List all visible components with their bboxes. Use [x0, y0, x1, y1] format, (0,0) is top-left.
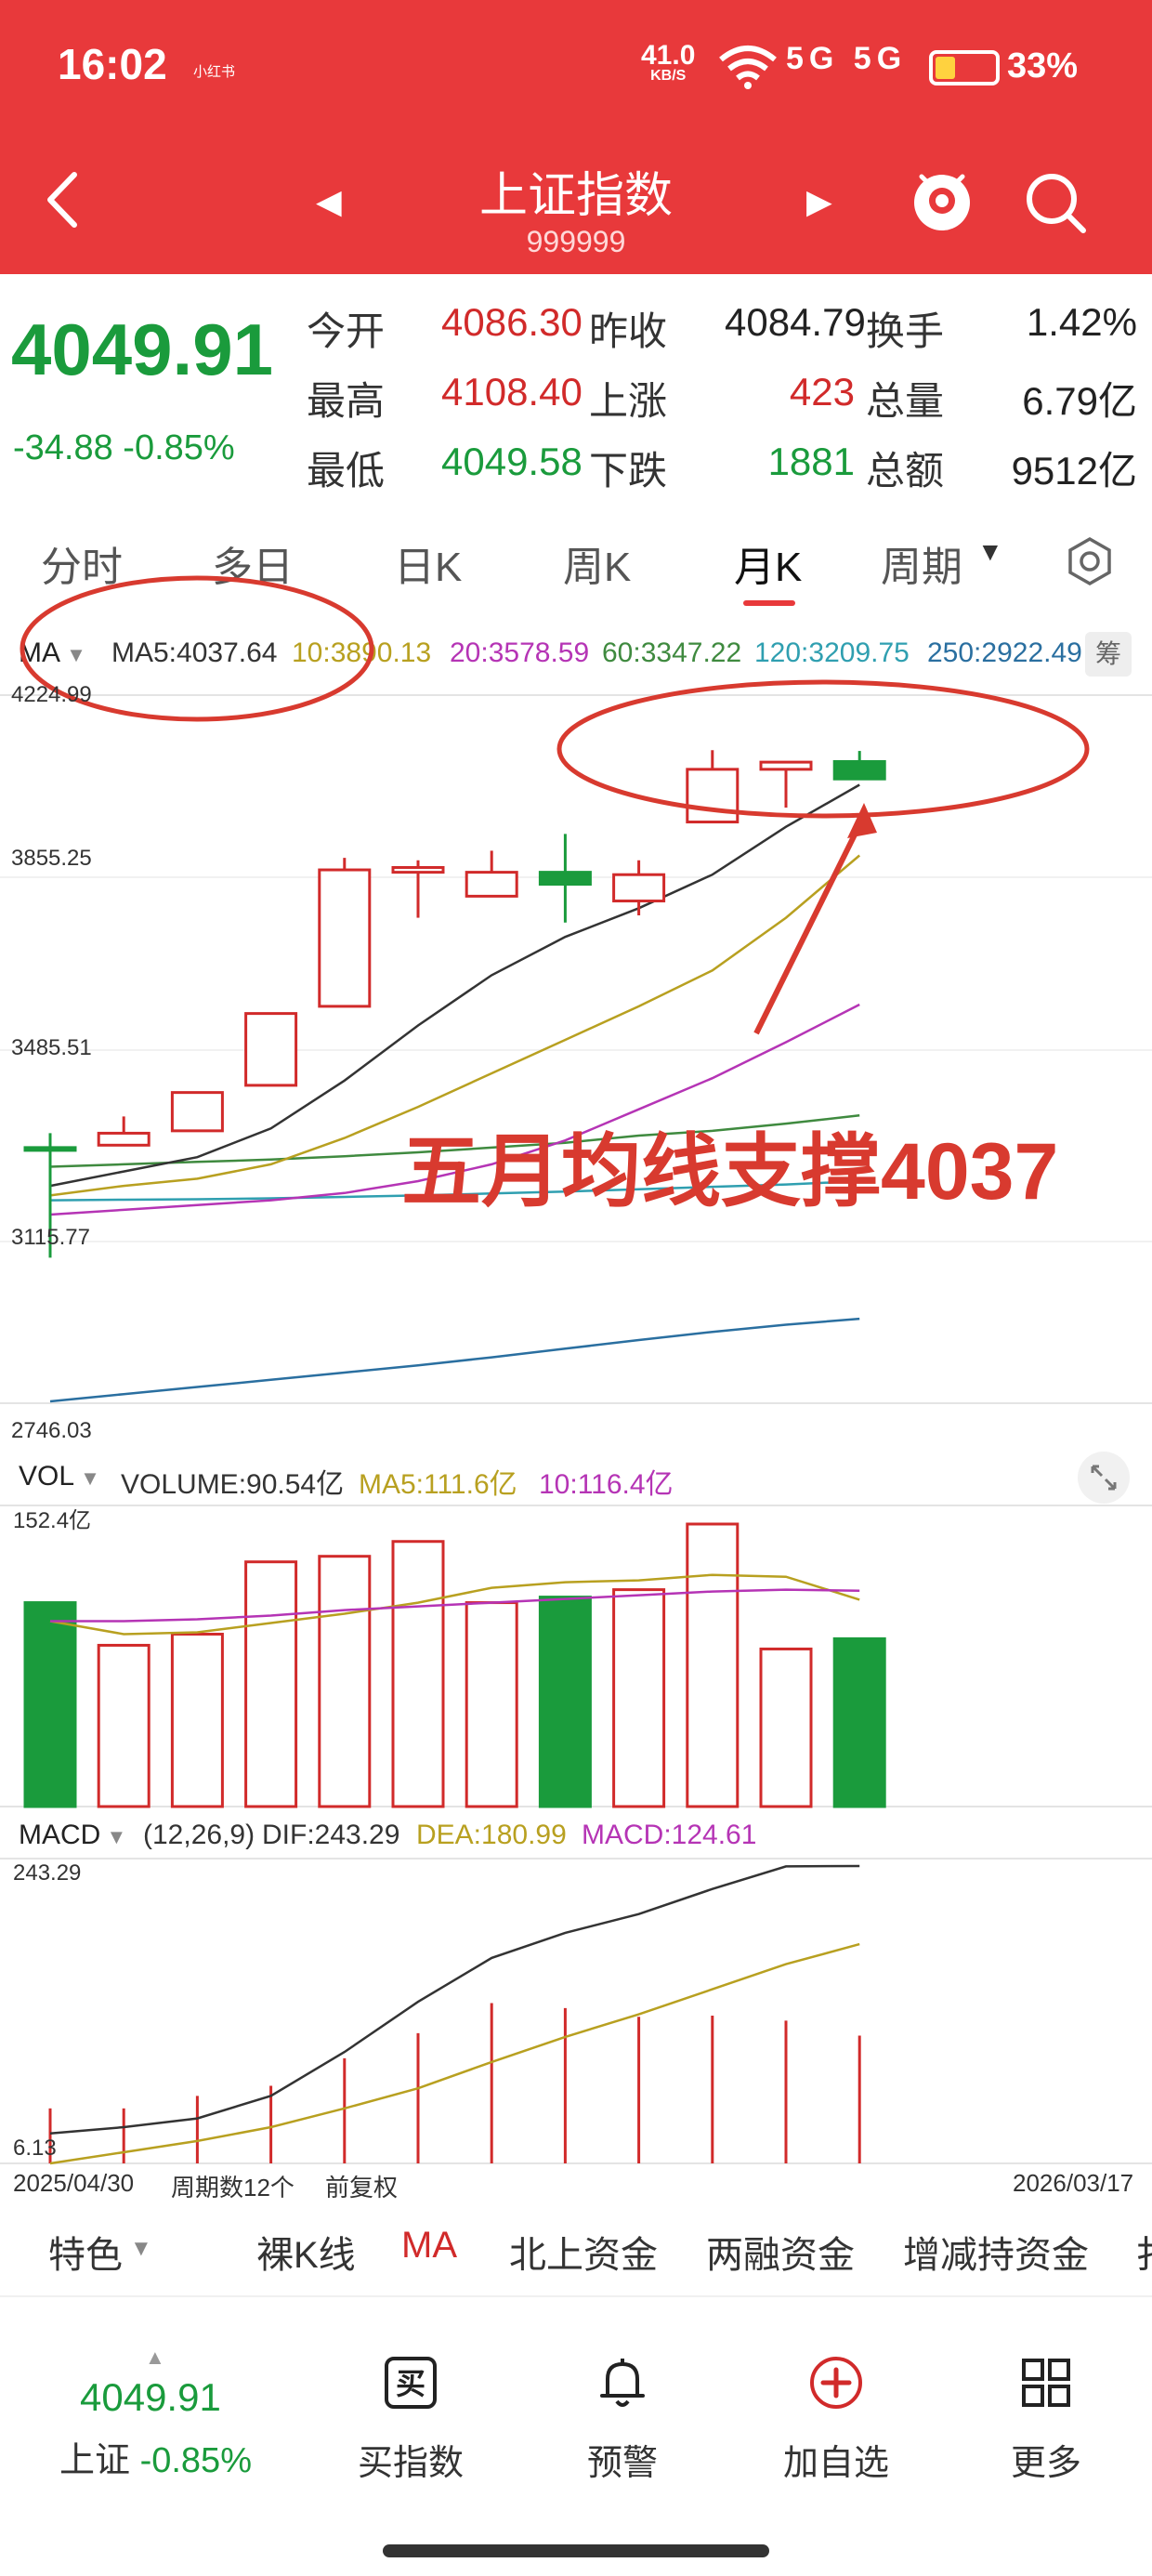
indicator-0[interactable]: 特色: [48, 2225, 123, 2279]
indicator-6[interactable]: 扌: [1135, 2225, 1152, 2279]
home-indicator[interactable]: [383, 2544, 769, 2557]
candle-body: [465, 871, 518, 898]
volume-bar: [612, 1588, 666, 1808]
expand-icon[interactable]: [1078, 1452, 1130, 1504]
macd-value: MACD:124.61: [582, 1820, 757, 1850]
candle-body: [318, 868, 372, 1008]
candle-body: [612, 873, 666, 903]
macd-params: (12,26,9): [143, 1820, 255, 1850]
indicator-strip: 特色 ▼ 裸K线 MA 北上资金两融资金增减持资金扌: [0, 2212, 1152, 2286]
price-axis-label: 3855.25: [11, 846, 92, 871]
volume-max-label: 152.4亿: [13, 1508, 92, 1533]
macd-min-label: 6.13: [13, 2136, 57, 2161]
dif-value: DIF:243.29: [262, 1820, 400, 1850]
alert-label: 预警: [586, 2444, 658, 2483]
annotation-text: 五月均线支撑4037: [401, 1127, 1059, 1216]
alert-button[interactable]: 预警: [557, 2353, 687, 2485]
candle-body: [97, 1131, 151, 1147]
volume-bar: [465, 1601, 518, 1808]
bottom-bar: ▲ 4049.91 上证 -0.85% 买 买指数 预警 加自选 更多: [0, 2295, 1152, 2576]
bottom-stock[interactable]: 上证 -0.85%: [59, 2431, 252, 2482]
buy-icon: 买: [385, 2357, 437, 2409]
start-date: 2025/04/30: [13, 2169, 135, 2197]
kline-chart[interactable]: [0, 0, 1152, 2202]
dea-line: [49, 1942, 860, 2165]
volume-value: VOLUME:90.54亿: [121, 1469, 345, 1500]
add-watchlist-button[interactable]: 加自选: [771, 2353, 901, 2485]
price-axis-label: 4224.99: [11, 682, 92, 707]
annotation-arrowhead: [847, 803, 877, 838]
bottom-stock-pct: -0.85%: [139, 2441, 252, 2480]
add-watchlist-label: 加自选: [782, 2444, 889, 2483]
vol-selector-label: VOL: [19, 1461, 75, 1492]
macd-legend: MACD ▼ (12,26,9) DIF:243.29 DEA:180.99 M…: [0, 1814, 1115, 1859]
add-circle-icon: [810, 2357, 862, 2409]
candle-body: [759, 760, 813, 771]
candle-body: [391, 865, 445, 874]
more-label: 更多: [1010, 2444, 1081, 2483]
indicator-3[interactable]: 北上资金: [509, 2225, 658, 2279]
annotation-arrow: [753, 814, 867, 1035]
price-axis-label: 3115.77: [11, 1225, 90, 1250]
chevron-down-icon: ▼: [100, 1825, 127, 1848]
volume-bar: [759, 1647, 813, 1808]
caret-up-icon[interactable]: ▲: [145, 2346, 165, 2370]
volume-bar: [97, 1643, 151, 1808]
volume-bar: [538, 1596, 592, 1808]
candle-body: [538, 871, 592, 887]
more-button[interactable]: 更多: [981, 2353, 1111, 2485]
bottom-stock-name: 上证: [59, 2441, 131, 2480]
candle-body: [686, 768, 740, 824]
period-count: 周期数12个: [171, 2174, 295, 2201]
indicator-5[interactable]: 增减持资金: [903, 2225, 1089, 2279]
indicator-2[interactable]: MA: [401, 2225, 457, 2267]
macd-selector-label: MACD: [19, 1820, 101, 1850]
end-date: 2026/03/17: [1013, 2169, 1134, 2197]
vol-ma5-value: MA5:111.6亿: [359, 1469, 517, 1500]
volume-bar: [244, 1560, 298, 1808]
volume-bar: [170, 1632, 224, 1808]
buy-index-label: 买指数: [357, 2444, 464, 2483]
price-axis-label: 2746.03: [11, 1418, 92, 1443]
buy-index-button[interactable]: 买 买指数: [346, 2353, 476, 2485]
vol-ma10-value: 10:116.4亿: [539, 1469, 674, 1500]
candle-body: [170, 1091, 224, 1133]
adjust-mode: 前复权: [325, 2174, 399, 2201]
highlight-oval: [556, 679, 1090, 819]
grid-icon: [1022, 2359, 1070, 2407]
dif-line: [49, 1864, 860, 2136]
indicator-4[interactable]: 两融资金: [706, 2225, 855, 2279]
buy-icon-glyph: 买: [396, 2366, 425, 2401]
macd-selector[interactable]: MACD ▼: [19, 1820, 126, 1851]
volume-bar: [391, 1540, 445, 1808]
bell-icon: [600, 2359, 645, 2407]
volume-bar: [686, 1522, 740, 1808]
chevron-down-icon[interactable]: ▼: [130, 2236, 152, 2262]
volume-bar: [832, 1636, 886, 1808]
volume-bar: [23, 1601, 77, 1808]
vol-selector[interactable]: VOL ▼: [19, 1461, 100, 1492]
candle-body: [244, 1012, 298, 1087]
ma250-line: [49, 1317, 860, 1403]
volume-bar: [318, 1555, 372, 1808]
indicator-1[interactable]: 裸K线: [256, 2225, 356, 2279]
chevron-down-icon: ▼: [74, 1466, 100, 1490]
bottom-price[interactable]: 4049.91: [80, 2375, 221, 2420]
candle-body: [23, 1146, 77, 1152]
vol-legend: VOL ▼ VOLUME:90.54亿 MA5:111.6亿 10:116.4亿: [0, 1455, 1115, 1500]
macd-max-label: 243.29: [13, 1860, 82, 1886]
candle-body: [832, 759, 886, 781]
price-axis-label: 3485.51: [11, 1035, 92, 1060]
dea-value: DEA:180.99: [416, 1820, 567, 1850]
